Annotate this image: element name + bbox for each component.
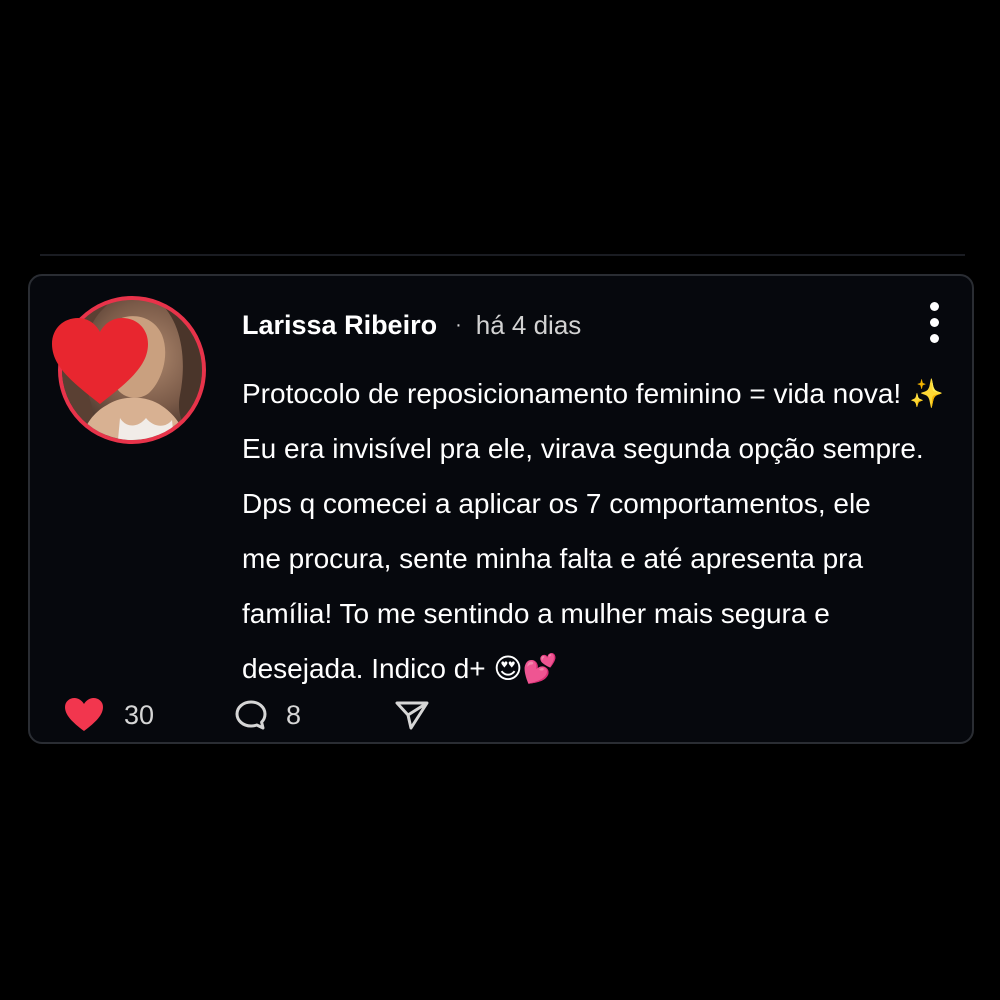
author-name[interactable]: Larissa Ribeiro <box>242 310 437 341</box>
divider <box>40 254 965 256</box>
comment-count: 8 <box>286 699 302 730</box>
post-text-line: desejada. Indico d+ 😍💕 <box>242 653 558 684</box>
comment-button[interactable]: 8 <box>234 692 301 738</box>
red-heart-icon <box>52 318 148 404</box>
comment-bubble-icon <box>235 700 267 730</box>
like-count: 30 <box>124 699 155 730</box>
share-button[interactable] <box>394 692 430 738</box>
post-text-line: Eu era invisível pra ele, virava segunda… <box>242 433 924 464</box>
post-card: Larissa Ribeiro · há 4 dias Protocolo de… <box>28 274 974 744</box>
post-text-line: me procura, sente minha falta e até apre… <box>242 543 864 574</box>
post-time: há 4 dias <box>475 310 582 340</box>
post-text-line: família! To me sentindo a mulher mais se… <box>242 598 830 629</box>
like-button[interactable]: 30 <box>64 692 154 738</box>
post-text-line: Dps q comecei a aplicar os 7 comportamen… <box>242 488 871 519</box>
page: Larissa Ribeiro · há 4 dias Protocolo de… <box>0 0 1000 1000</box>
post-actions: 30 8 <box>64 692 524 738</box>
post-text: Protocolo de reposicionamento feminino =… <box>242 366 944 696</box>
separator-dot: · <box>455 314 462 336</box>
vertical-dots-icon <box>929 302 939 311</box>
paper-plane-icon <box>395 701 429 730</box>
heart-icon <box>65 698 103 731</box>
post-text-line: Protocolo de reposicionamento feminino =… <box>242 378 944 409</box>
more-options-button[interactable] <box>926 302 942 346</box>
post-header: Larissa Ribeiro · há 4 dias <box>242 310 581 341</box>
